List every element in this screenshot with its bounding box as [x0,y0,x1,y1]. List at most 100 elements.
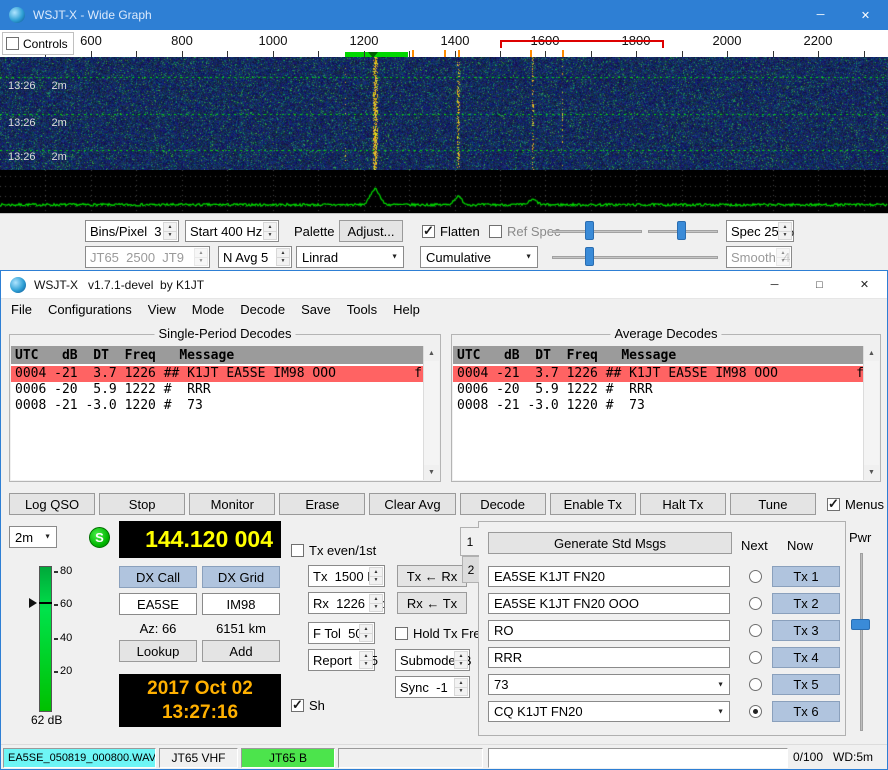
dx-call-button[interactable]: DX Call [119,566,197,588]
submode-spinbox[interactable]: Submode B [395,649,470,671]
erase-button[interactable]: Erase [279,493,365,515]
display-mode-combo[interactable]: Cumulative [420,246,538,268]
minimize-icon[interactable]: ─ [798,0,843,30]
generate-std-msgs-button[interactable]: Generate Std Msgs [488,532,732,554]
scrollbar[interactable]: ▲ ▼ [863,346,879,480]
spinner-arrows-icon[interactable] [163,222,177,240]
spinner-arrows-icon[interactable] [369,567,383,585]
frequency-ruler[interactable]: 600 800 1000 1200 1400 1600 1800 2000 22… [0,30,888,57]
spectrum-gain-slider[interactable] [552,247,718,267]
pwr-slider-thumb[interactable] [851,619,870,630]
rx-from-tx-button[interactable]: Rx ← Tx [397,592,467,614]
tx-2-next-radio[interactable] [749,597,762,610]
menu-help[interactable]: Help [385,302,428,317]
slider-thumb[interactable] [585,247,594,266]
n-avg-spinbox[interactable]: N Avg 5 [218,246,292,268]
scroll-up-icon[interactable]: ▲ [424,346,439,361]
tx-3-next-radio[interactable] [749,624,762,637]
wide-graph-titlebar[interactable]: WSJT-X - Wide Graph ─ ✕ [0,0,888,30]
decode-button[interactable]: Decode [460,493,546,515]
waterfall-gain-slider[interactable] [552,221,642,241]
sync-spinbox[interactable]: Sync -1 [395,676,470,698]
close-icon[interactable]: ✕ [843,0,888,30]
controls-checkbox[interactable] [6,37,19,50]
spinner-arrows-icon[interactable] [369,594,383,612]
tx-4-button[interactable]: Tx 4 [772,647,840,668]
lookup-button[interactable]: Lookup [119,640,197,662]
monitor-button[interactable]: Monitor [189,493,275,515]
scroll-up-icon[interactable]: ▲ [864,346,879,361]
smooth-spinbox[interactable]: Smooth 4 [726,246,792,268]
tx-4-next-radio[interactable] [749,651,762,664]
dx-grid-button[interactable]: DX Grid [202,566,280,588]
bins-per-pixel-spinbox[interactable]: Bins/Pixel 3 [85,220,179,242]
pwr-slider[interactable] [860,553,863,731]
tx-from-rx-button[interactable]: Tx ← Rx [397,565,467,587]
band-combo[interactable]: 2m [9,526,57,548]
spinner-arrows-icon[interactable] [359,624,373,642]
scrollbar[interactable]: ▲ ▼ [423,346,439,480]
flatten-checkbox[interactable]: Flatten [422,224,480,239]
clear-avg-button[interactable]: Clear Avg [369,493,455,515]
tx-6-button[interactable]: Tx 6 [772,701,840,722]
decode-row[interactable]: 0006 -20 5.9 1222 # RRR [453,382,865,398]
tx-message-3-field[interactable]: RO [488,620,730,641]
report-spinbox[interactable]: Report -15 [308,649,375,671]
halt-tx-button[interactable]: Halt Tx [640,493,726,515]
hold-tx-freq-checkbox[interactable]: Hold Tx Freq [395,626,488,641]
scroll-down-icon[interactable]: ▼ [864,465,879,480]
minimize-icon[interactable]: ─ [752,271,797,298]
main-titlebar[interactable]: WSJT-X v1.7.1-devel by K1JT ─ □ ✕ [1,271,887,299]
palette-combo[interactable]: Linrad [296,246,404,268]
tx-2-button[interactable]: Tx 2 [772,593,840,614]
rx-freq-spinbox[interactable]: Rx 1226 Hz [308,592,385,614]
add-button[interactable]: Add [202,640,280,662]
spectrum-display[interactable] [0,170,888,213]
menu-save[interactable]: Save [293,302,339,317]
maximize-icon[interactable]: □ [797,271,842,298]
decode-row[interactable]: 0008 -21 -3.0 1220 # 73 [11,398,425,414]
waterfall-display[interactable] [0,57,888,170]
stop-button[interactable]: Stop [99,493,185,515]
messages-tab-2[interactable]: 2 [462,556,479,583]
tx-message-4-field[interactable]: RRR [488,647,730,668]
spinner-arrows-icon[interactable] [778,222,792,240]
decode-row[interactable]: 0004 -21 3.7 1226 ## K1JT EA5SE IM98 OOO… [453,366,865,382]
controls-toggle[interactable]: Controls [2,32,74,55]
close-icon[interactable]: ✕ [842,271,887,298]
spec-percent-spinbox[interactable]: Spec 25 % [726,220,794,242]
ref-spec-checkbox[interactable]: Ref Spec [489,224,560,239]
tx-1-button[interactable]: Tx 1 [772,566,840,587]
menus-checkbox[interactable]: Menus [827,497,884,512]
tune-button[interactable]: Tune [730,493,816,515]
spinner-arrows-icon[interactable] [276,248,290,266]
slider-thumb[interactable] [585,221,594,240]
sh-checkbox[interactable]: Sh [291,698,325,713]
spinner-arrows-icon[interactable] [454,651,468,669]
menu-decode[interactable]: Decode [232,302,293,317]
tx-6-next-radio[interactable] [749,705,762,718]
tx-message-6-combo[interactable]: CQ K1JT FN20 [488,701,730,722]
dx-call-field[interactable]: EA5SE [119,593,197,615]
log-qso-button[interactable]: Log QSO [9,493,95,515]
tx-message-1-field[interactable]: EA5SE K1JT FN20 [488,566,730,587]
decode-row[interactable]: 0004 -21 3.7 1226 ## K1JT EA5SE IM98 OOO… [11,366,425,382]
decode-row[interactable]: 0008 -21 -3.0 1220 # 73 [453,398,865,414]
decode-list[interactable]: 0004 -21 3.7 1226 ## K1JT EA5SE IM98 OOO… [11,364,425,480]
tx-1-next-radio[interactable] [749,570,762,583]
scroll-down-icon[interactable]: ▼ [424,465,439,480]
decode-list[interactable]: 0004 -21 3.7 1226 ## K1JT EA5SE IM98 OOO… [453,364,865,480]
start-freq-spinbox[interactable]: Start 400 Hz [185,220,279,242]
menu-tools[interactable]: Tools [339,302,385,317]
slider-thumb[interactable] [677,221,686,240]
menu-mode[interactable]: Mode [184,302,233,317]
menu-view[interactable]: View [140,302,184,317]
tx-freq-spinbox[interactable]: Tx 1500 Hz [308,565,385,587]
waterfall-zero-slider[interactable] [648,221,718,241]
tx-5-next-radio[interactable] [749,678,762,691]
menu-configurations[interactable]: Configurations [40,302,140,317]
enable-tx-button[interactable]: Enable Tx [550,493,636,515]
messages-tab-1[interactable]: 1 [460,527,479,556]
f-tol-spinbox[interactable]: F Tol 50 [308,622,375,644]
spinner-arrows-icon[interactable] [454,678,468,696]
